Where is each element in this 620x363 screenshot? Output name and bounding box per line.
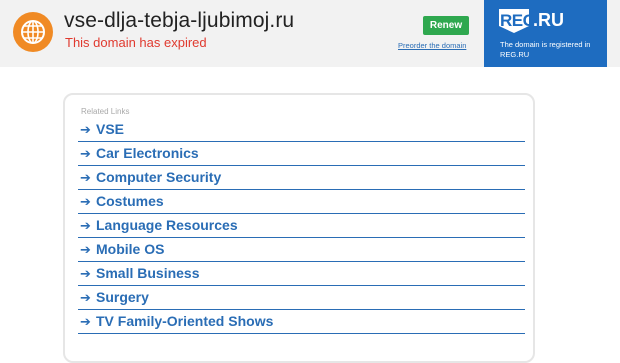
arrow-right-icon: ➔ [80, 146, 91, 161]
related-link-item[interactable]: ➔ VSE [78, 118, 525, 142]
related-link-item[interactable]: ➔ Car Electronics [78, 142, 525, 166]
related-link-item[interactable]: ➔ Small Business [78, 262, 525, 286]
registrar-note: The domain is registered in REG.RU [500, 40, 591, 59]
related-link-label[interactable]: Surgery [96, 289, 149, 305]
related-link-label[interactable]: VSE [96, 121, 124, 137]
globe-icon [13, 12, 53, 52]
related-links-panel: Related Links ➔ VSE ➔ Car Electronics ➔ … [63, 93, 535, 363]
related-link-item[interactable]: ➔ TV Family-Oriented Shows [78, 310, 525, 334]
arrow-right-icon: ➔ [80, 218, 91, 233]
registrar-panel[interactable]: REG .RU The domain is registered in REG.… [484, 0, 607, 67]
related-link-label[interactable]: Costumes [96, 193, 164, 209]
arrow-right-icon: ➔ [80, 266, 91, 281]
reg-logo-suffix: .RU [533, 10, 564, 30]
related-links-title: Related Links [81, 107, 130, 116]
related-link-label[interactable]: Small Business [96, 265, 200, 281]
arrow-right-icon: ➔ [80, 122, 91, 137]
domain-title: vse-dlja-tebja-ljubimoj.ru [64, 9, 295, 32]
related-link-item[interactable]: ➔ Computer Security [78, 166, 525, 190]
reg-logo-text: REG [500, 11, 536, 30]
expired-status: This domain has expired [65, 35, 207, 50]
related-link-item[interactable]: ➔ Surgery [78, 286, 525, 310]
header-bar: vse-dlja-tebja-ljubimoj.ru This domain h… [0, 0, 620, 67]
related-link-item[interactable]: ➔ Mobile OS [78, 238, 525, 262]
arrow-right-icon: ➔ [80, 242, 91, 257]
related-link-item[interactable]: ➔ Language Resources [78, 214, 525, 238]
related-links-list: ➔ VSE ➔ Car Electronics ➔ Computer Secur… [78, 118, 525, 334]
renew-button[interactable]: Renew [423, 16, 469, 35]
arrow-right-icon: ➔ [80, 290, 91, 305]
related-link-item[interactable]: ➔ Costumes [78, 190, 525, 214]
related-link-label[interactable]: Car Electronics [96, 145, 199, 161]
related-link-label[interactable]: TV Family-Oriented Shows [96, 313, 273, 329]
arrow-right-icon: ➔ [80, 314, 91, 329]
preorder-link[interactable]: Preorder the domain [398, 41, 466, 50]
related-link-label[interactable]: Language Resources [96, 217, 238, 233]
related-link-label[interactable]: Computer Security [96, 169, 221, 185]
arrow-right-icon: ➔ [80, 194, 91, 209]
arrow-right-icon: ➔ [80, 170, 91, 185]
related-link-label[interactable]: Mobile OS [96, 241, 164, 257]
